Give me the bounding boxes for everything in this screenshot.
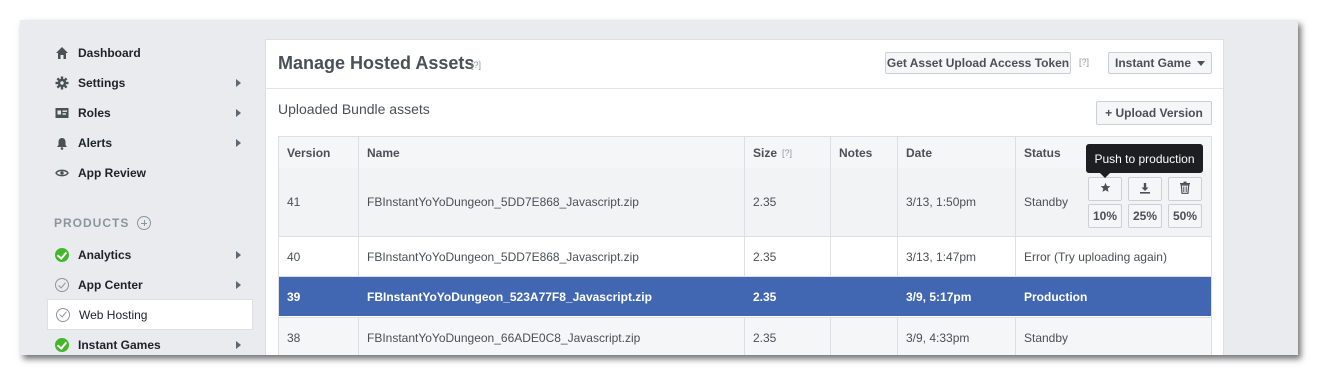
table-row[interactable]: 39 FBInstantYoYoDungeon_523A77F8_Javascr… — [279, 277, 1211, 316]
sidebar-item-alerts[interactable]: Alerts — [47, 128, 253, 158]
sidebar-item-app-center[interactable]: App Center — [47, 270, 253, 300]
sidebar-item-instant-games[interactable]: Instant Games — [47, 330, 253, 355]
chevron-right-icon — [236, 139, 241, 147]
table-row[interactable]: 40 FBInstantYoYoDungeon_5DD7E868_Javascr… — [279, 237, 1211, 277]
status-text: Standby — [1024, 195, 1069, 209]
table-header-row: Version Name Size [?] Notes Date Status — [279, 137, 1211, 169]
sidebar-item-label: Settings — [78, 76, 126, 90]
cell-date: 3/9, 5:17pm — [898, 277, 1016, 316]
column-header-date[interactable]: Date — [898, 137, 1016, 168]
cell-status: Production — [1024, 289, 1088, 304]
sidebar-item-web-hosting[interactable]: Web Hosting — [47, 299, 253, 330]
sidebar-item-analytics[interactable]: Analytics — [47, 240, 253, 270]
push-to-production-button[interactable] — [1088, 177, 1122, 201]
instant-game-select[interactable]: Instant Game — [1108, 52, 1212, 74]
sidebar-item-label: Analytics — [78, 248, 132, 262]
cell-version: 41 — [279, 168, 359, 236]
cell-version: 38 — [279, 318, 359, 355]
column-header-size-label: Size — [753, 145, 778, 160]
chevron-right-icon — [236, 281, 241, 289]
column-header-version[interactable]: Version — [279, 137, 359, 168]
eye-icon — [54, 165, 70, 181]
cell-date: 3/9, 4:33pm — [898, 318, 1016, 355]
cell-size: 2.35 — [745, 168, 831, 236]
page-title: Manage Hosted Assets — [278, 53, 475, 73]
cell-size: 2.35 — [745, 277, 831, 316]
cell-notes — [831, 237, 898, 276]
cell-notes — [831, 318, 898, 355]
enabled-check-icon — [54, 337, 70, 353]
star-icon — [1100, 182, 1111, 196]
instant-game-select-label: Instant Game — [1114, 56, 1192, 70]
cell-status: Standby — [1024, 330, 1069, 345]
sidebar-item-dashboard[interactable]: Dashboard — [47, 38, 253, 68]
sidebar-item-label: Web Hosting — [79, 307, 148, 322]
push-to-production-tooltip: Push to production — [1086, 144, 1203, 178]
trash-icon — [1179, 181, 1191, 197]
cell-status: Standby — [1016, 168, 1211, 236]
manage-assets-panel: Manage Hosted Assets [?] Get Asset Uploa… — [265, 39, 1224, 355]
cell-size: 2.35 — [745, 318, 831, 355]
cell-date: 3/13, 1:47pm — [898, 237, 1016, 276]
section-label: Uploaded Bundle assets — [278, 101, 430, 117]
cell-notes — [831, 277, 898, 316]
size-help-link[interactable]: [?] — [782, 148, 792, 158]
chevron-right-icon — [236, 341, 241, 349]
sidebar-item-label: Instant Games — [78, 338, 161, 352]
cell-name: FBInstantYoYoDungeon_5DD7E868_Javascript… — [359, 237, 745, 276]
sidebar-item-label: Dashboard — [78, 46, 141, 60]
cell-version: 40 — [279, 237, 359, 276]
gear-icon — [54, 75, 70, 91]
download-icon — [1139, 182, 1151, 197]
table-row[interactable]: 38 FBInstantYoYoDungeon_66ADE0C8_Javascr… — [279, 317, 1211, 355]
add-product-icon[interactable] — [137, 216, 152, 230]
delete-button[interactable] — [1168, 177, 1202, 201]
title-help-link[interactable]: [?] — [471, 60, 481, 70]
cell-size: 2.35 — [745, 237, 831, 276]
chevron-right-icon — [236, 79, 241, 87]
table-row[interactable]: 41 FBInstantYoYoDungeon_5DD7E868_Javascr… — [279, 168, 1211, 237]
cell-name: FBInstantYoYoDungeon_523A77F8_Javascript… — [359, 277, 745, 316]
download-button[interactable] — [1128, 177, 1162, 201]
disabled-check-icon — [54, 277, 70, 293]
get-token-button[interactable]: Get Asset Upload Access Token — [885, 52, 1071, 74]
column-header-size[interactable]: Size [?] — [745, 137, 831, 168]
rollout-25-button[interactable]: 25% — [1128, 204, 1162, 228]
app-window: Dashboard Settings Roles Alerts App Revi… — [20, 20, 1298, 355]
cell-notes — [831, 168, 898, 236]
sidebar: Dashboard Settings Roles Alerts App Revi… — [47, 20, 253, 355]
sidebar-item-settings[interactable]: Settings — [47, 68, 253, 98]
sidebar-item-label: App Center — [78, 278, 143, 292]
rollout-10-button[interactable]: 10% — [1088, 204, 1122, 228]
sidebar-item-app-review[interactable]: App Review — [47, 158, 253, 188]
cell-name: FBInstantYoYoDungeon_66ADE0C8_Javascript… — [359, 318, 745, 355]
column-header-name[interactable]: Name — [359, 137, 745, 168]
cell-date: 3/13, 1:50pm — [898, 168, 1016, 236]
bell-icon — [54, 135, 70, 151]
chevron-right-icon — [236, 251, 241, 259]
enabled-check-icon — [54, 247, 70, 263]
disabled-check-icon — [55, 307, 71, 323]
sidebar-item-label: Alerts — [78, 136, 113, 150]
upload-version-button[interactable]: + Upload Version — [1096, 101, 1212, 125]
cell-name: FBInstantYoYoDungeon_5DD7E868_Javascript… — [359, 168, 745, 236]
column-header-notes[interactable]: Notes — [831, 137, 898, 168]
sidebar-item-label: Roles — [78, 106, 111, 120]
home-icon — [54, 45, 70, 61]
assets-table: Version Name Size [?] Notes Date Status … — [278, 136, 1212, 355]
sidebar-item-label: App Review — [78, 166, 147, 180]
rollout-50-button[interactable]: 50% — [1168, 204, 1202, 228]
cell-version: 39 — [279, 277, 359, 316]
cell-status: Error (Try uploading again) — [1024, 249, 1167, 264]
products-heading: PRODUCTS — [54, 216, 152, 230]
products-heading-label: PRODUCTS — [54, 216, 130, 230]
chevron-right-icon — [236, 109, 241, 117]
panel-header: Manage Hosted Assets [?] Get Asset Uploa… — [266, 40, 1223, 89]
sidebar-item-roles[interactable]: Roles — [47, 98, 253, 128]
chevron-down-icon — [1197, 60, 1206, 66]
token-help-link[interactable]: [?] — [1079, 57, 1089, 67]
id-card-icon — [54, 105, 70, 121]
